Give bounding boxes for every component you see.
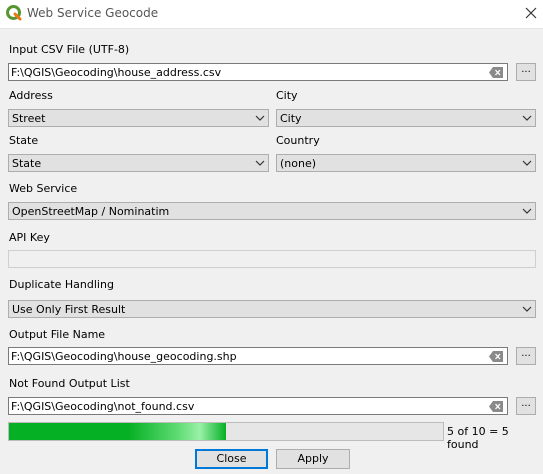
progress-bar: [8, 422, 444, 441]
web-service-combo[interactable]: OpenStreetMap / Nominatim: [8, 202, 536, 220]
address-value: Street: [12, 112, 46, 125]
input-csv-label: Input CSV File (UTF-8): [9, 43, 130, 56]
close-button[interactable]: Close: [195, 449, 268, 469]
output-file-browse-button[interactable]: ...: [516, 347, 536, 365]
qgis-logo-icon: [6, 5, 22, 21]
clear-input-icon[interactable]: [489, 351, 503, 362]
address-combo[interactable]: Street: [8, 109, 269, 127]
not-found-label: Not Found Output List: [9, 377, 130, 390]
web-service-value: OpenStreetMap / Nominatim: [12, 205, 170, 218]
output-file-field[interactable]: F:\QGIS\Geocoding\house_geocoding.shp: [8, 347, 508, 365]
country-combo[interactable]: (none): [276, 154, 536, 172]
apply-button[interactable]: Apply: [276, 449, 350, 469]
duplicate-handling-combo[interactable]: Use Only First Result: [8, 300, 536, 318]
country-label: Country: [276, 134, 320, 147]
close-icon[interactable]: [521, 4, 541, 22]
state-label: State: [9, 134, 39, 147]
clear-input-icon[interactable]: [489, 401, 503, 412]
not-found-field[interactable]: F:\QGIS\Geocoding\not_found.csv: [8, 397, 508, 415]
city-value: City: [280, 112, 302, 125]
output-file-label: Output File Name: [9, 328, 106, 341]
city-label: City: [276, 89, 298, 102]
duplicate-handling-label: Duplicate Handling: [9, 278, 114, 291]
output-file-value: F:\QGIS\Geocoding\house_geocoding.shp: [11, 350, 237, 363]
clear-input-icon[interactable]: [489, 67, 503, 78]
state-combo[interactable]: State: [8, 154, 269, 172]
api-key-label: API Key: [9, 231, 50, 244]
address-label: Address: [9, 89, 53, 102]
window-title: Web Service Geocode: [27, 6, 159, 20]
state-value: State: [12, 157, 42, 170]
chevron-down-icon: [522, 160, 532, 166]
not-found-value: F:\QGIS\Geocoding\not_found.csv: [11, 400, 195, 413]
chevron-down-icon: [522, 208, 532, 214]
input-csv-field[interactable]: F:\QGIS\Geocoding\house_address.csv: [8, 63, 508, 81]
chevron-down-icon: [522, 306, 532, 312]
title-bar: Web Service Geocode: [0, 0, 543, 29]
input-csv-value: F:\QGIS\Geocoding\house_address.csv: [11, 66, 222, 79]
web-service-label: Web Service: [9, 182, 78, 195]
input-csv-browse-button[interactable]: ...: [516, 63, 536, 81]
chevron-down-icon: [255, 115, 265, 121]
duplicate-handling-value: Use Only First Result: [12, 303, 126, 316]
country-value: (none): [280, 157, 317, 170]
city-combo[interactable]: City: [276, 109, 536, 127]
progress-status-text: 5 of 10 = 5 found: [447, 425, 509, 451]
api-key-field[interactable]: [8, 250, 536, 268]
progress-fill: [9, 423, 226, 440]
chevron-down-icon: [255, 160, 265, 166]
not-found-browse-button[interactable]: ...: [516, 397, 536, 415]
chevron-down-icon: [522, 115, 532, 121]
